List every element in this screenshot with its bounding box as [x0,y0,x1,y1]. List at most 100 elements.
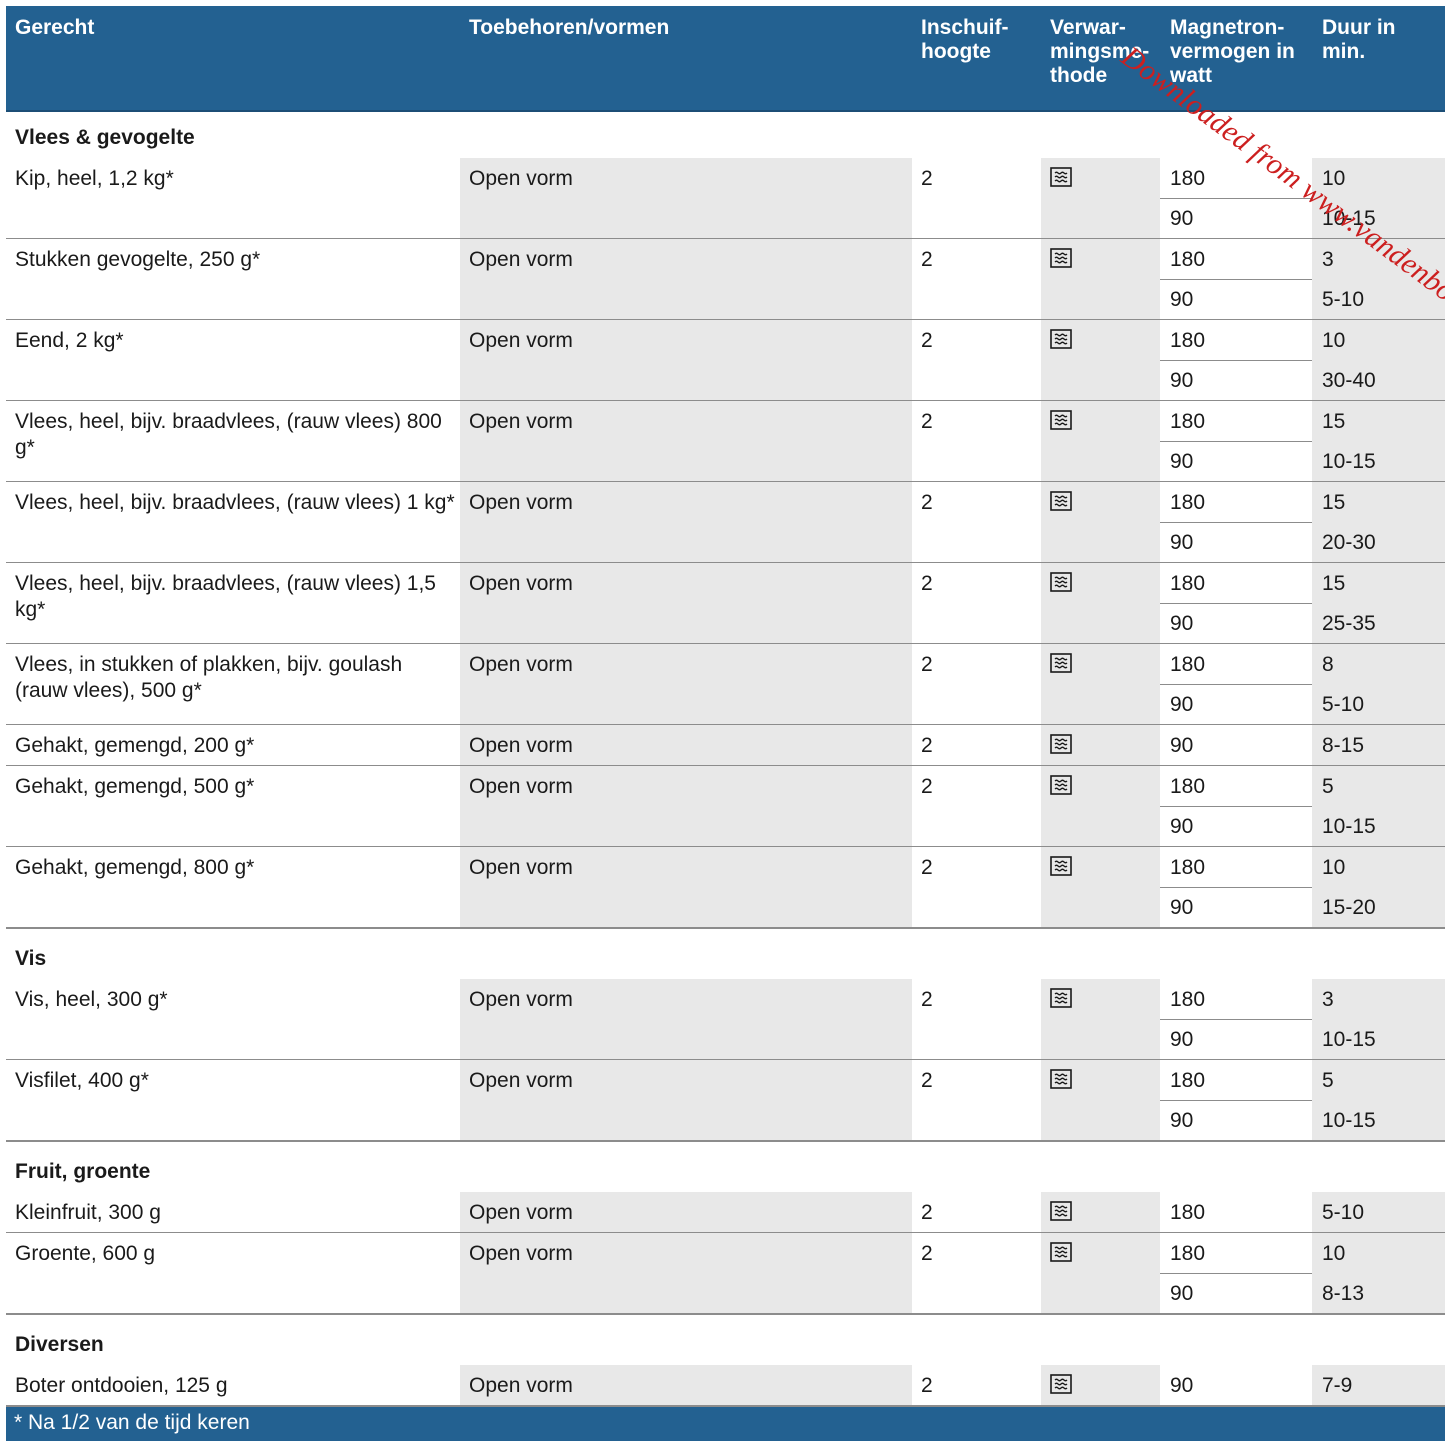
accessory-cell: Open vorm [460,979,912,1059]
duration-min: 3 [1312,239,1445,279]
shelf-cell: 2 [921,988,933,1011]
section-title: Fruit, groente [15,1160,151,1183]
power-step: 180 5 [1160,766,1445,807]
power-step: 180 15 [1160,401,1445,442]
power-watt: 90 [1170,450,1194,473]
duration-min: 10 [1312,158,1445,198]
duration-min: 5 [1312,766,1445,806]
accessory-cell: Open vorm [460,847,912,927]
accessory-cell: Open vorm [460,320,912,400]
method-cell [1041,1192,1160,1232]
table-row: Vlees, heel, bijv. braadvlees, (rauw vle… [6,482,1445,563]
section-heading: Vis [6,929,1445,979]
method-cell [1041,979,1160,1059]
power-watt: 90 [1170,612,1194,635]
power-step: 90 10-15 [1160,806,1445,846]
power-step: 90 5-10 [1160,684,1445,724]
microwave-icon [1050,856,1072,876]
table-row: Vlees, heel, bijv. braadvlees, (rauw vle… [6,563,1445,644]
header-shelf: Inschuif- hoogte [921,16,1009,63]
dish-cell: Vlees, heel, bijv. braadvlees, (rauw vle… [15,491,455,514]
method-cell [1041,725,1160,765]
duration-min: 10 [1312,320,1445,360]
table-row: Gehakt, gemengd, 500 g* Open vorm 2 180 5 90 1… [6,766,1445,847]
shelf-cell: 2 [921,167,933,190]
table-header: Gerecht Toebehoren/vormen Inschuif- hoog… [6,6,1445,112]
shelf-cell: 2 [921,653,933,676]
shelf-cell: 2 [921,856,933,879]
power-watt: 180 [1170,572,1206,595]
dish-cell: Kip, heel, 1,2 kg* [15,167,174,190]
microwave-icon [1050,248,1072,268]
shelf-cell: 2 [921,1242,933,1265]
table-row: Vis, heel, 300 g* Open vorm 2 180 3 90 10-15 [6,979,1445,1060]
accessory-cell: Open vorm [460,766,912,846]
power-watt: 90 [1170,531,1194,554]
table-row: Kip, heel, 1,2 kg* Open vorm 2 180 10 90 10-15 [6,158,1445,239]
dish-cell: Visfilet, 400 g* [15,1069,149,1092]
duration-min: 5-10 [1312,684,1445,724]
accessory-cell: Open vorm [460,1192,912,1232]
power-watt: 180 [1170,1201,1206,1224]
microwave-icon [1050,572,1072,592]
power-step: 90 10-15 [1160,198,1445,238]
power-watt: 90 [1170,896,1194,919]
power-watt: 90 [1170,369,1194,392]
accessory-cell: Open vorm [460,482,912,562]
method-cell [1041,1233,1160,1313]
power-watt: 90 [1170,288,1194,311]
power-watt: 90 [1170,734,1194,757]
method-cell [1041,563,1160,643]
method-cell [1041,766,1160,846]
dish-cell: Vlees, in stukken of plakken, bijv. goul… [15,653,403,702]
shelf-cell: 2 [921,1201,933,1224]
accessory-cell: Open vorm [460,158,912,238]
footnote-bar: * Na 1/2 van de tijd keren [6,1407,1445,1441]
microwave-icon [1050,1201,1072,1221]
method-cell [1041,401,1160,481]
accessory-cell: Open vorm [460,239,912,319]
power-step: 180 3 [1160,979,1445,1020]
table-row: Vlees, heel, bijv. braadvlees, (rauw vle… [6,401,1445,482]
power-watt: 90 [1170,815,1194,838]
table-row: Boter ontdooien, 125 g Open vorm 2 90 7-9 [6,1365,1445,1407]
header-duration: Duur in min. [1322,16,1396,63]
section-heading: Vlees & gevogelte [6,112,1445,158]
header-method: Verwar- mingsme- thode [1050,16,1150,87]
microwave-icon [1050,167,1072,187]
power-watt: 180 [1170,329,1206,352]
microwave-icon [1050,1374,1072,1394]
accessory-cell: Open vorm [460,563,912,643]
method-cell [1041,239,1160,319]
dish-cell: Eend, 2 kg* [15,329,124,352]
power-step: 90 15-20 [1160,887,1445,927]
power-step: 90 8-15 [1160,725,1445,765]
defrost-table: Gerecht Toebehoren/vormen Inschuif- hoog… [6,6,1445,1441]
power-watt: 180 [1170,1069,1206,1092]
header-dish: Gerecht [15,16,95,39]
power-step: 180 5 [1160,1060,1445,1101]
accessory-cell: Open vorm [460,1365,912,1405]
microwave-icon [1050,329,1072,349]
power-watt: 90 [1170,1109,1194,1132]
dish-cell: Stukken gevogelte, 250 g* [15,248,261,271]
power-watt: 90 [1170,1028,1194,1051]
table-row: Groente, 600 g Open vorm 2 180 10 90 8-13 [6,1233,1445,1315]
shelf-cell: 2 [921,1374,933,1397]
duration-min: 30-40 [1312,360,1445,400]
power-watt: 180 [1170,775,1206,798]
power-watt: 90 [1170,693,1194,716]
power-step: 90 25-35 [1160,603,1445,643]
power-watt: 180 [1170,1242,1206,1265]
table-row: Visfilet, 400 g* Open vorm 2 180 5 90 10-15 [6,1060,1445,1142]
method-cell [1041,158,1160,238]
shelf-cell: 2 [921,572,933,595]
power-step: 90 10-15 [1160,1100,1445,1140]
microwave-icon [1050,1242,1072,1262]
duration-min: 8-13 [1312,1273,1445,1313]
power-watt: 180 [1170,491,1206,514]
duration-min: 10-15 [1312,1100,1445,1140]
duration-min: 8 [1312,644,1445,684]
power-step: 180 10 [1160,320,1445,361]
microwave-icon [1050,410,1072,430]
